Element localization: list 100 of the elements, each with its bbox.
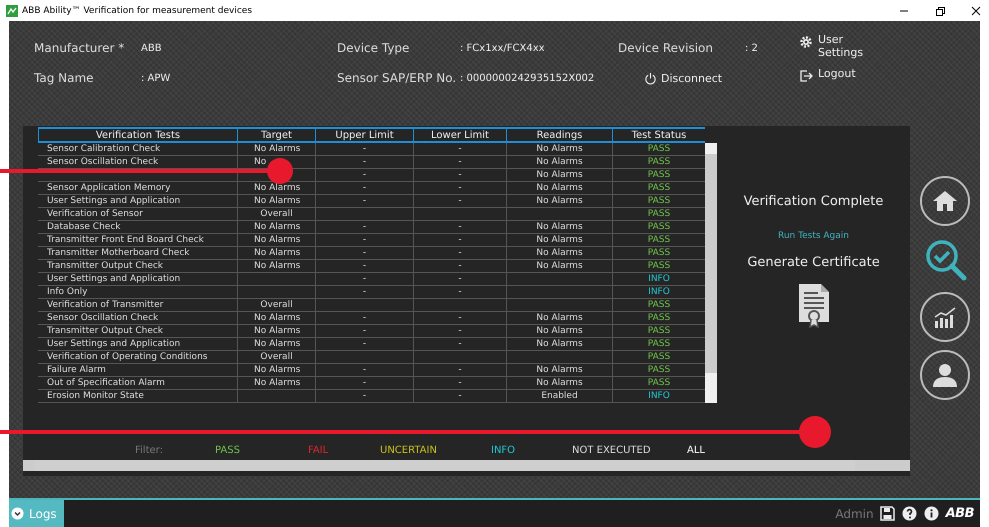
field-label: Manufacturer * xyxy=(34,41,126,55)
table-cell: Verification of Transmitter xyxy=(47,300,164,310)
scrollbar[interactable] xyxy=(705,143,717,403)
table-cell: No Alarms xyxy=(536,170,583,180)
table-cell: No xyxy=(254,157,266,167)
table-cell: - xyxy=(458,326,462,336)
table-cell: No Alarms xyxy=(254,183,300,193)
status-message: Verification Complete xyxy=(744,194,884,209)
status-label: PASS xyxy=(648,144,670,154)
disconnect-button[interactable]: Disconnect xyxy=(644,72,722,84)
filter-option[interactable]: PASS xyxy=(215,444,240,456)
table-cell-text: Overall xyxy=(259,299,294,311)
nav-button[interactable] xyxy=(920,350,970,400)
table-cell: Sensor Oscillation Check xyxy=(47,313,158,323)
filter-option[interactable]: NOT EXECUTED xyxy=(572,444,651,456)
table-cell: - xyxy=(362,248,366,258)
table-cell-text: Overall xyxy=(259,208,294,220)
table-cell: - xyxy=(362,287,366,297)
column-header: Verification Tests xyxy=(38,129,237,142)
status-label: PASS xyxy=(648,196,670,206)
table-cell: No Alarms xyxy=(536,365,583,375)
field-value: : 0000000242935152X002 xyxy=(460,72,596,84)
table-cell: No Alarms xyxy=(536,222,583,232)
table-cell: - xyxy=(458,378,462,388)
table-cell: No Alarms xyxy=(254,261,300,271)
status-label: PASS xyxy=(648,209,670,219)
table-cell: No Alarms xyxy=(254,235,300,245)
status-label: PASS xyxy=(648,352,670,362)
field-label: Device Type xyxy=(337,41,410,55)
table-cell-text: Overall xyxy=(259,351,294,363)
table-cell: - xyxy=(458,183,462,193)
table-cell: - xyxy=(458,261,462,271)
table-cell: Erosion Monitor State xyxy=(47,391,144,401)
table-cell: No Alarms xyxy=(536,339,583,349)
table-cell: No Alarms xyxy=(254,339,300,349)
table-cell: - xyxy=(362,196,366,206)
table-cell: - xyxy=(458,170,462,180)
table-cell: - xyxy=(362,170,366,180)
table-cell: - xyxy=(458,391,462,401)
user-settings-button[interactable]: User Settings xyxy=(799,33,865,59)
filter-option[interactable]: ALL xyxy=(687,444,705,456)
table-cell: No Alarms xyxy=(536,196,583,206)
status-label: PASS xyxy=(648,300,670,310)
table-cell: - xyxy=(458,365,462,375)
status-label: PASS xyxy=(648,339,670,349)
table-cell: Database Check xyxy=(47,222,120,232)
table-cell: - xyxy=(362,365,366,375)
table-cell: No Alarms xyxy=(254,326,300,336)
field-value: : 2 xyxy=(745,42,759,54)
status-label: PASS xyxy=(648,261,670,271)
column-header: Upper Limit xyxy=(315,129,413,142)
scrollbar[interactable] xyxy=(23,460,910,471)
run-tests-link[interactable]: Run Tests Again xyxy=(778,231,849,241)
generate-certificate-button[interactable]: Generate Certificate xyxy=(747,255,880,270)
table-cell: No Alarms xyxy=(536,183,583,193)
status-label: PASS xyxy=(648,378,670,388)
column-header: Target xyxy=(237,129,315,142)
help-icon[interactable] xyxy=(902,506,917,521)
table-cell: No Alarms xyxy=(536,248,583,258)
app-icon xyxy=(6,4,18,16)
nav-button[interactable] xyxy=(920,292,970,342)
column-header: Test Status xyxy=(612,129,705,142)
status-label: PASS xyxy=(648,248,670,258)
column-header: Readings xyxy=(506,129,612,142)
table-cell: No Alarms xyxy=(254,196,300,206)
table-cell: Transmitter Motherboard Check xyxy=(47,248,190,258)
table-cell: Info Only xyxy=(47,287,88,297)
filter-option[interactable]: INFO xyxy=(491,444,516,456)
status-label: PASS xyxy=(648,326,670,336)
filter-option[interactable]: UNCERTAIN xyxy=(380,444,437,456)
table-cell: No Alarms xyxy=(254,365,300,375)
logout-button[interactable]: Logout xyxy=(799,67,865,83)
table-cell: Enabled xyxy=(541,391,578,401)
table-cell: Transmitter Output Check xyxy=(47,326,164,336)
nav-button[interactable] xyxy=(920,176,970,226)
field-value: : APW xyxy=(141,72,172,84)
table-cell: No Alarms xyxy=(254,222,300,232)
user-name: Admin xyxy=(835,506,874,520)
table-cell: User Settings and Application xyxy=(47,339,180,349)
certificate-icon[interactable] xyxy=(796,282,830,328)
table-cell: No Alarms xyxy=(254,313,300,323)
chevron-down-icon xyxy=(11,507,24,520)
table-cell: Transmitter Output Check xyxy=(47,261,164,271)
status-label: PASS xyxy=(648,157,670,167)
save-icon[interactable] xyxy=(880,506,895,521)
table-cell: Verification of Operating Conditions xyxy=(47,352,208,362)
table-cell: No Alarms xyxy=(536,326,583,336)
status-label: PASS xyxy=(648,365,670,375)
table-cell: Transmitter Front End Board Check xyxy=(47,235,204,245)
table-cell: Sensor Application Memory xyxy=(47,183,170,193)
status-label: INFO xyxy=(648,287,670,297)
info-icon[interactable] xyxy=(924,506,939,521)
close-icon[interactable] xyxy=(969,4,983,18)
table-cell: - xyxy=(458,196,462,206)
status-label: INFO xyxy=(648,274,670,284)
table-cell: No Alarms xyxy=(536,261,583,271)
table-cell: No Alarms xyxy=(536,144,583,154)
table-cell: Failure Alarm xyxy=(47,365,106,375)
table-cell: Sensor Oscillation Check xyxy=(47,157,158,167)
status-label: PASS xyxy=(648,183,670,193)
